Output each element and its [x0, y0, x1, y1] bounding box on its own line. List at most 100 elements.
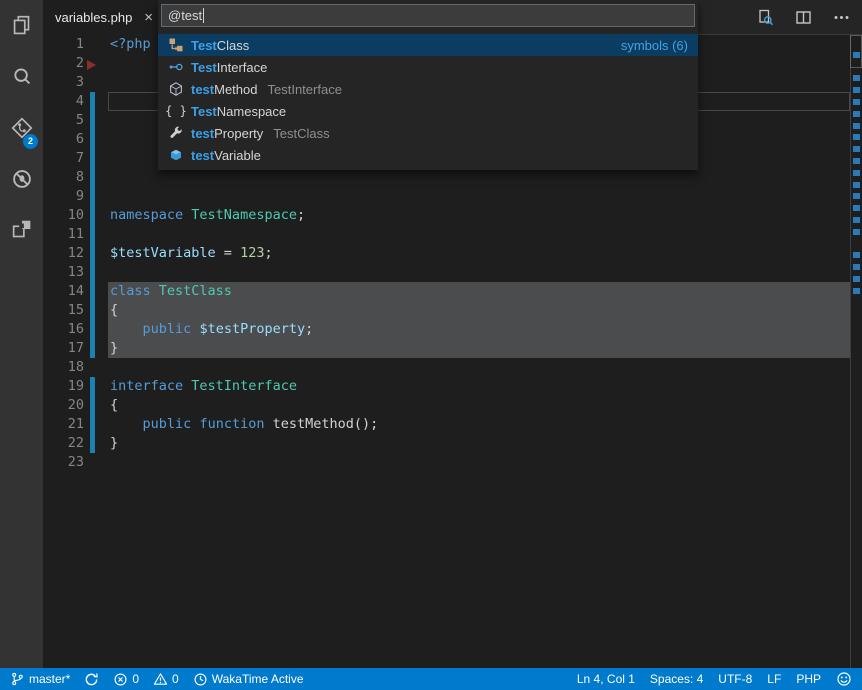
- code-line[interactable]: 19interface TestInterface: [43, 377, 850, 396]
- code-text: {: [110, 396, 118, 415]
- gutter-decoration: [84, 73, 110, 92]
- activity-explorer[interactable]: [0, 0, 43, 51]
- line-number: 6: [43, 130, 84, 149]
- overview-modified-marker: [853, 111, 860, 117]
- symbol-name: TestClass: [191, 38, 249, 53]
- modified-line-indicator: [90, 130, 95, 149]
- status-bar: master* 0 0 WakaTime Active Ln 4, Col 1 …: [0, 668, 862, 690]
- code-line[interactable]: 9: [43, 187, 850, 206]
- sync-button[interactable]: [84, 672, 99, 687]
- debug-icon: [9, 166, 35, 192]
- activity-search[interactable]: [0, 51, 43, 102]
- code-line[interactable]: 21 public function testMethod();: [43, 415, 850, 434]
- symbol-result-row[interactable]: TestInterface: [158, 56, 698, 78]
- error-count: 0: [132, 672, 139, 686]
- problems-status[interactable]: 0 0: [113, 672, 178, 687]
- search-icon: [9, 64, 35, 90]
- quick-open-input[interactable]: @test: [161, 4, 695, 27]
- overview-modified-marker: [853, 87, 860, 93]
- symbol-result-row[interactable]: testPropertyTestClass: [158, 122, 698, 144]
- code-line[interactable]: 22}: [43, 434, 850, 453]
- method-icon: [168, 81, 184, 97]
- code-text: }: [110, 339, 118, 358]
- code-line[interactable]: 15{: [43, 301, 850, 320]
- code-line[interactable]: 11: [43, 225, 850, 244]
- symbol-result-row[interactable]: { }TestNamespace: [158, 100, 698, 122]
- gutter-decoration: [84, 453, 110, 472]
- code-line[interactable]: 18: [43, 358, 850, 377]
- git-branch-status[interactable]: master*: [10, 671, 70, 687]
- modified-line-indicator: [90, 206, 95, 225]
- tab-variables-php[interactable]: variables.php ×: [43, 0, 161, 35]
- eol-status[interactable]: LF: [767, 672, 781, 686]
- gutter-decoration: [84, 225, 110, 244]
- feedback-smiley-button[interactable]: [836, 671, 852, 687]
- code-line[interactable]: 13: [43, 263, 850, 282]
- overview-modified-marker: [853, 146, 860, 152]
- warning-count: 0: [172, 672, 179, 686]
- line-number: 8: [43, 168, 84, 187]
- overview-modified-marker: [853, 229, 860, 235]
- activity-debug[interactable]: [0, 153, 43, 204]
- modified-line-indicator: [90, 149, 95, 168]
- line-number: 16: [43, 320, 84, 339]
- line-number: 4: [43, 92, 84, 111]
- symbol-name: testVariable: [191, 148, 261, 163]
- text-caret: [203, 8, 204, 23]
- gutter-decoration: [84, 339, 110, 358]
- smiley-icon: [836, 671, 852, 687]
- find-in-file-button[interactable]: [756, 8, 774, 26]
- code-line[interactable]: 10namespace TestNamespace;: [43, 206, 850, 225]
- cursor-position-status[interactable]: Ln 4, Col 1: [577, 672, 635, 686]
- line-number: 18: [43, 358, 84, 377]
- line-number: 10: [43, 206, 84, 225]
- gutter-decoration: [84, 92, 110, 111]
- line-number: 12: [43, 244, 84, 263]
- line-number: 1: [43, 35, 84, 54]
- line-number: 14: [43, 282, 84, 301]
- code-line[interactable]: 16 public $testProperty;: [43, 320, 850, 339]
- code-line[interactable]: 8: [43, 168, 850, 187]
- symbol-result-row[interactable]: testVariable: [158, 144, 698, 166]
- close-icon[interactable]: ×: [144, 10, 153, 25]
- code-line[interactable]: 14class TestClass: [43, 282, 850, 301]
- code-line[interactable]: 17}: [43, 339, 850, 358]
- overview-modified-marker: [853, 75, 860, 81]
- symbol-result-row[interactable]: testMethodTestInterface: [158, 78, 698, 100]
- gutter-decoration: [84, 263, 110, 282]
- line-number: 2: [43, 54, 84, 73]
- modified-line-indicator: [90, 225, 95, 244]
- modified-line-indicator: [90, 301, 95, 320]
- symbol-result-row[interactable]: TestClasssymbols (6): [158, 34, 698, 56]
- code-text: public $testProperty;: [110, 320, 313, 339]
- line-number: 19: [43, 377, 84, 396]
- code-line[interactable]: 23: [43, 453, 850, 472]
- wakatime-status[interactable]: WakaTime Active: [193, 672, 304, 687]
- code-line[interactable]: 12$testVariable = 123;: [43, 244, 850, 263]
- line-number: 17: [43, 339, 84, 358]
- overview-modified-marker: [853, 158, 860, 164]
- line-number: 7: [43, 149, 84, 168]
- code-text: <?php: [110, 35, 151, 54]
- activity-extensions[interactable]: [0, 204, 43, 255]
- tab-label: variables.php: [55, 10, 138, 25]
- line-number: 13: [43, 263, 84, 282]
- line-number: 3: [43, 73, 84, 92]
- code-line[interactable]: 20{: [43, 396, 850, 415]
- overview-modified-marker: [853, 217, 860, 223]
- line-number: 23: [43, 453, 84, 472]
- encoding-status[interactable]: UTF-8: [718, 672, 752, 686]
- extensions-icon: [9, 217, 35, 243]
- indentation-status[interactable]: Spaces: 4: [650, 672, 703, 686]
- overview-modified-marker: [853, 276, 860, 282]
- more-actions-button[interactable]: [832, 8, 850, 26]
- vscode-window: 2 variables.php × 1<?php2345678910namesp…: [0, 0, 862, 690]
- property-icon: [168, 125, 184, 141]
- overview-modified-marker: [853, 52, 860, 58]
- split-editor-button[interactable]: [794, 8, 812, 26]
- language-mode-status[interactable]: PHP: [796, 672, 821, 686]
- activity-source-control[interactable]: 2: [0, 102, 43, 153]
- overview-modified-marker: [853, 264, 860, 270]
- interface-icon: [168, 59, 184, 75]
- gutter-decoration: [84, 130, 110, 149]
